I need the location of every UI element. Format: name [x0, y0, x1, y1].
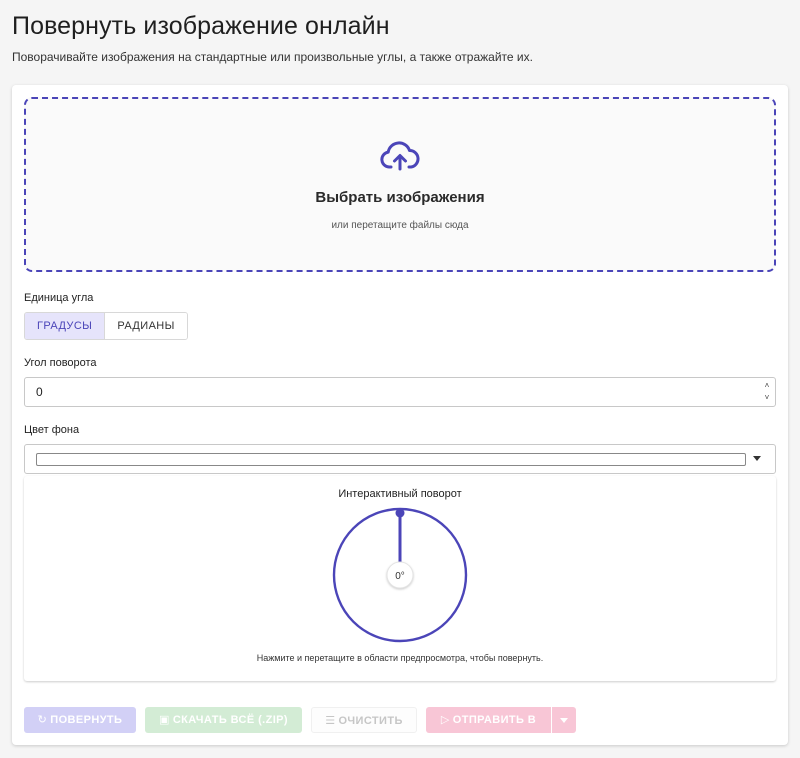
toggle-radians[interactable]: РАДИАНЫ: [104, 313, 187, 339]
toggle-degrees[interactable]: ГРАДУСЫ: [25, 313, 105, 339]
spin-down-icon[interactable]: ˅: [761, 392, 773, 404]
send-to-menu-button[interactable]: [552, 707, 576, 733]
cloud-upload-icon: [380, 141, 420, 171]
clear-button-label: ОЧИСТИТЬ: [338, 715, 403, 727]
clear-list-icon: ☰: [325, 715, 336, 727]
clear-button[interactable]: ☰ ОЧИСТИТЬ: [311, 707, 417, 733]
rotation-dial[interactable]: 0°: [332, 507, 468, 643]
preview-hint: Нажмите и перетащите в области предпросм…: [256, 653, 544, 663]
background-color-select[interactable]: [24, 444, 776, 474]
rotate-button[interactable]: ↻ ПОВЕРНУТЬ: [24, 707, 136, 733]
folder-download-icon: ▣: [159, 714, 170, 726]
rotation-angle-input[interactable]: 0 ˄ ˅: [24, 377, 776, 407]
angle-unit-toggle: ГРАДУСЫ РАДИАНЫ: [24, 312, 188, 340]
background-color-label: Цвет фона: [24, 424, 80, 436]
angle-readout: 0°: [395, 571, 405, 582]
interactive-rotation-panel: Интерактивный поворот 0° Нажмите и перет…: [24, 476, 776, 681]
preview-title: Интерактивный поворот: [338, 488, 462, 500]
angle-unit-label: Единица угла: [24, 292, 94, 304]
dropzone-hint: или перетащите файлы сюда: [331, 220, 469, 231]
rotate-button-label: ПОВЕРНУТЬ: [50, 714, 123, 726]
chevron-down-icon: [753, 456, 761, 461]
background-color-swatch: [36, 453, 746, 466]
send-icon: ▷: [440, 714, 450, 726]
rotate-tool-card: Выбрать изображения или перетащите файлы…: [12, 85, 788, 745]
spin-up-icon[interactable]: ˄: [761, 380, 773, 392]
chevron-down-icon: [560, 717, 568, 723]
send-to-button[interactable]: ▷ ОТПРАВИТЬ В: [426, 707, 551, 733]
dropzone-title: Выбрать изображения: [315, 189, 485, 206]
image-dropzone[interactable]: Выбрать изображения или перетащите файлы…: [24, 97, 776, 272]
download-zip-button[interactable]: ▣ СКАЧАТЬ ВСЁ (.ZIP): [145, 707, 302, 733]
angle-spinner: ˄ ˅: [761, 380, 773, 404]
page-subtitle: Поворачивайте изображения на стандартные…: [12, 50, 533, 64]
rotation-angle-value: 0: [36, 385, 43, 399]
page-title: Повернуть изображение онлайн: [12, 12, 390, 40]
rotation-angle-label: Угол поворота: [24, 357, 97, 369]
rotate-icon: ↻: [37, 714, 48, 726]
send-to-button-label: ОТПРАВИТЬ В: [452, 714, 537, 726]
download-zip-button-label: СКАЧАТЬ ВСЁ (.ZIP): [172, 714, 288, 726]
dial-handle: [395, 508, 405, 518]
